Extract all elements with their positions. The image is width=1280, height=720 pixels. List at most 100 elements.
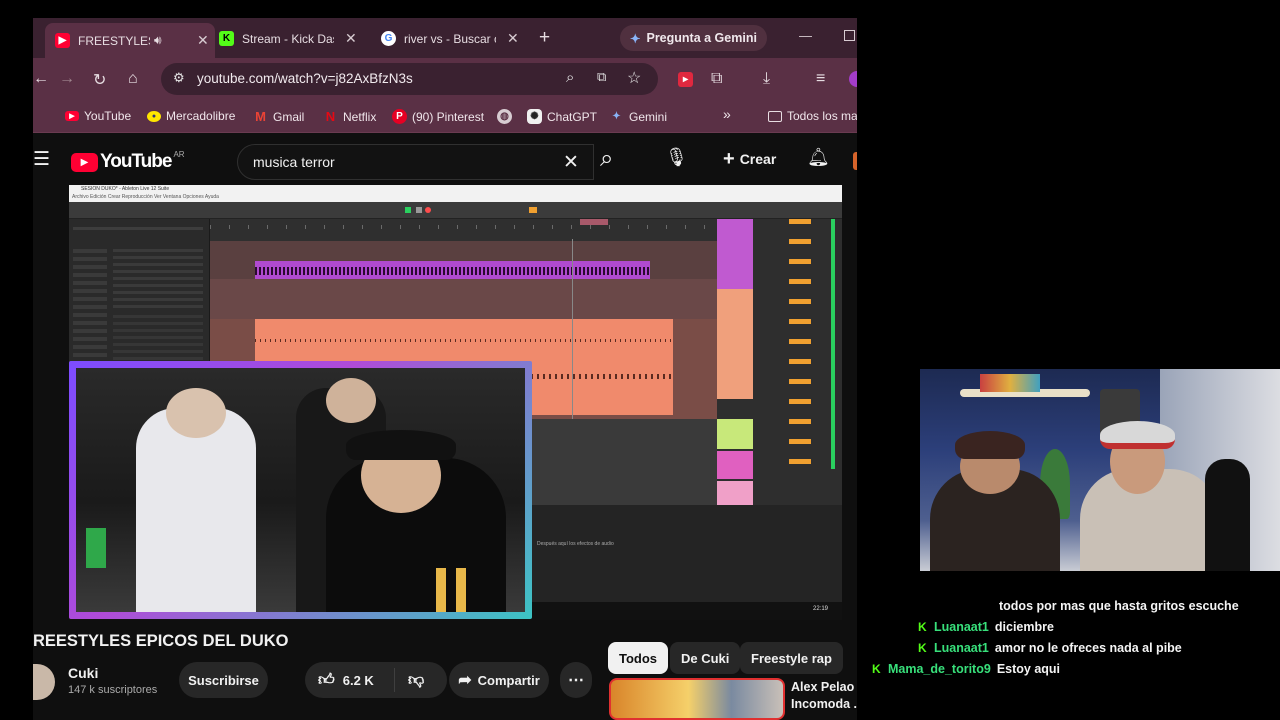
minimize-button[interactable]: — [799, 28, 812, 43]
extension-red-icon[interactable]: ▸ [678, 72, 693, 87]
share-button[interactable]: ➦ Compartir [449, 662, 549, 698]
install-app-icon[interactable]: ⧉ [597, 69, 606, 85]
new-tab-button[interactable]: + [539, 27, 550, 49]
youtube-logo-text: YouTube [100, 151, 172, 172]
video-title: REESTYLES EPICOS DEL DUKO [33, 632, 289, 650]
daw-clip-purple [255, 261, 650, 279]
bookmark-youtube[interactable]: ▶ YouTube [65, 109, 131, 123]
bookmark-label: Gemini [629, 109, 668, 124]
close-tab-icon[interactable]: ✕ [345, 30, 357, 47]
create-button[interactable]: + Crear [723, 149, 777, 169]
search-icon[interactable]: ⌕ [566, 69, 574, 86]
bookmark-netflix[interactable]: N Netflix [323, 109, 377, 124]
create-label: Crear [739, 151, 777, 167]
youtube-header: ☰ ▶ YouTube AR musica terror ✕ ⌕ 🎙︎ + Cr… [33, 134, 857, 186]
screen: ▶ FREESTYLES ÉPICOS DEL DUKO 🔊︎ ✕ K Stre… [0, 0, 1280, 720]
chat-username[interactable]: Luanaat1 [934, 620, 989, 634]
youtube-play-icon: ▶ [71, 152, 98, 172]
address-bar[interactable]: ⚙ youtube.com/watch?v=j82AxBfzN3s ⌕ ⧉ ☆ [161, 63, 658, 95]
tab-google[interactable]: G river vs - Buscar con Google ✕ [379, 25, 529, 52]
back-icon[interactable]: ← [33, 70, 49, 88]
forward-icon[interactable]: → [59, 70, 75, 88]
download-icon[interactable]: ⤓ [763, 70, 770, 88]
search-button[interactable]: ⌕ [594, 144, 636, 180]
bookmark-label: Netflix [343, 109, 377, 124]
chat-message: todos por mas que hasta gritos escuche [999, 599, 1239, 613]
mercadolibre-icon: ● [147, 110, 161, 122]
bookmark-label: YouTube [84, 109, 132, 123]
bookmark-label: Gmail [273, 109, 305, 124]
ask-gemini-button[interactable]: ✦ Pregunta a Gemini [620, 25, 767, 51]
bookmark-label: Todos los ma [787, 109, 857, 123]
microphone-icon[interactable]: 🎙︎ [665, 147, 688, 168]
subscribe-button[interactable]: Suscribirse [179, 662, 268, 698]
daw-mixer [717, 219, 842, 539]
tab-youtube[interactable]: ▶ FREESTYLES ÉPICOS DEL DUKO 🔊︎ ✕ [45, 23, 215, 58]
home-icon[interactable]: ⌂ [128, 70, 138, 88]
daw-indicator [529, 207, 537, 213]
channel-avatar[interactable] [33, 664, 55, 700]
search-box[interactable]: musica terror ✕ [237, 144, 594, 180]
recommended-thumbnail[interactable] [609, 678, 785, 720]
region-label: AR [173, 149, 185, 159]
like-button[interactable]: 👍︎ 6.2 K [305, 668, 395, 692]
kick-icon: K [219, 31, 234, 46]
person-left [136, 408, 256, 612]
chat-username[interactable]: Mama_de_torito9 [888, 662, 991, 676]
daw-track-1 [210, 241, 717, 279]
bookmark-mercadolibre[interactable]: ● Mercadolibre [147, 109, 235, 123]
media-control-icon[interactable]: ≡ [816, 70, 825, 88]
recommended-title-line2[interactable]: Incomoda ... [791, 697, 857, 711]
clear-search-icon[interactable]: ✕ [563, 151, 579, 174]
youtube-logo[interactable]: ▶ YouTube AR [71, 149, 185, 173]
chat-text: Estoy aqui [996, 662, 1061, 676]
globe-icon: ◍ [497, 109, 512, 124]
gemini-icon: ✦ [630, 31, 641, 46]
bookmark-pinterest[interactable]: P (90) Pinterest [392, 109, 484, 124]
tab-title: Stream - Kick Dashboard [242, 31, 334, 46]
tab-title: river vs - Buscar con Google [404, 31, 496, 46]
youtube-icon: ▶ [65, 111, 79, 121]
close-tab-icon[interactable]: ✕ [197, 32, 209, 49]
chip-todos[interactable]: Todos [608, 642, 669, 674]
more-actions-button[interactable]: ⋯ [560, 662, 592, 698]
recommended-title-line1[interactable]: Alex Pelao S [791, 680, 857, 694]
bookmark-chatgpt[interactable]: ✺ ChatGPT [527, 109, 597, 124]
bookmark-globe[interactable]: ◍ [497, 109, 517, 124]
channel-name[interactable]: Cuki [68, 665, 98, 681]
bookmark-gemini[interactable]: ✦ Gemini [609, 109, 667, 124]
site-info-icon[interactable]: ⚙ [173, 70, 185, 86]
chat-text: amor no le ofreces nada al pibe [994, 641, 1182, 655]
kick-icon: K [872, 661, 881, 676]
kick-icon: K [918, 640, 927, 655]
daw-transport-bar [69, 202, 842, 219]
avatar[interactable] [853, 152, 857, 170]
chip-de-cuki[interactable]: De Cuki [670, 642, 741, 674]
notifications-icon[interactable]: 🔔︎ [807, 147, 830, 168]
search-input[interactable]: musica terror [253, 154, 335, 170]
chip-freestyle-rap[interactable]: Freestyle rap [740, 642, 843, 674]
bookmark-star-icon[interactable]: ☆ [627, 68, 641, 88]
daw-timeline-ruler [210, 219, 717, 241]
taskbar-clock: 22:19 [813, 606, 829, 612]
thumbs-down-icon[interactable]: 👎︎ [408, 671, 424, 690]
stream-chat: todos por mas que hasta gritos escuche K… [866, 594, 1280, 694]
all-bookmarks-folder[interactable]: Todos los ma [768, 109, 857, 123]
bookmark-gmail[interactable]: M Gmail [253, 109, 304, 124]
kick-icon: K [918, 619, 927, 634]
profile-avatar[interactable] [849, 71, 857, 87]
play-icon [405, 207, 411, 213]
tab-strip: ▶ FREESTYLES ÉPICOS DEL DUKO 🔊︎ ✕ K Stre… [33, 18, 857, 58]
chat-username[interactable]: Luanaat1 [934, 641, 989, 655]
close-tab-icon[interactable]: ✕ [507, 30, 519, 47]
reload-icon[interactable]: ↻ [93, 70, 106, 90]
more-icon: ⋯ [568, 672, 584, 689]
youtube-icon: ▶ [55, 33, 70, 48]
menu-icon[interactable]: ☰ [33, 148, 50, 171]
record-icon [425, 207, 431, 213]
extensions-icon[interactable]: ⧉ [711, 70, 722, 88]
more-bookmarks-button[interactable]: » [723, 106, 731, 122]
tab-kick[interactable]: K Stream - Kick Dashboard ✕ [217, 25, 369, 52]
video-player[interactable]: SESION DUKO* - Ableton Live 12 Suite Arc… [69, 185, 842, 620]
maximize-button[interactable] [844, 30, 855, 41]
